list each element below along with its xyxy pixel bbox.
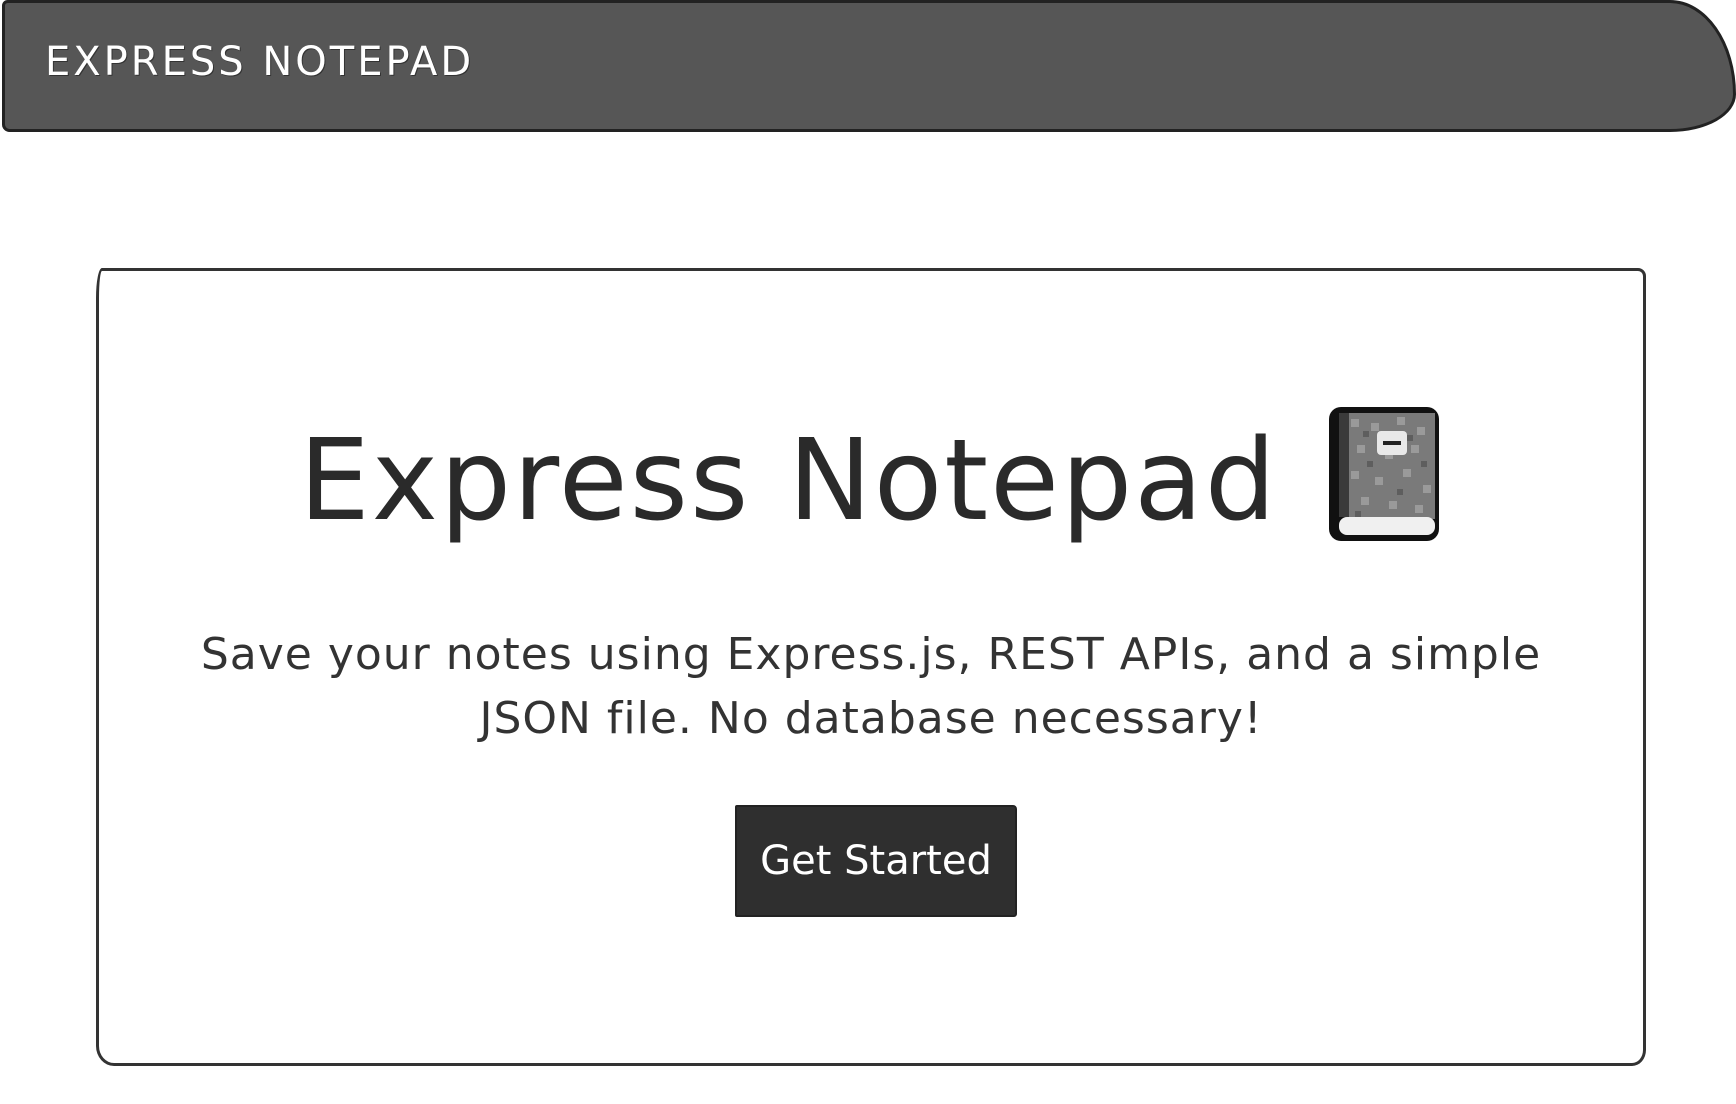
navbar: EXPRESS NOTEPAD: [2, 0, 1736, 132]
hero-card: Express Notepad Save your notes using Ex…: [96, 268, 1646, 1066]
hero-title-row: Express Notepad: [99, 407, 1643, 551]
notebook-icon: [1327, 405, 1443, 545]
hero-title: Express Notepad: [299, 416, 1278, 546]
hero-lead: Save your notes using Express.js, REST A…: [200, 629, 1542, 744]
get-started-button[interactable]: Get Started: [735, 805, 1017, 917]
navbar-brand-link[interactable]: EXPRESS NOTEPAD: [45, 39, 474, 85]
